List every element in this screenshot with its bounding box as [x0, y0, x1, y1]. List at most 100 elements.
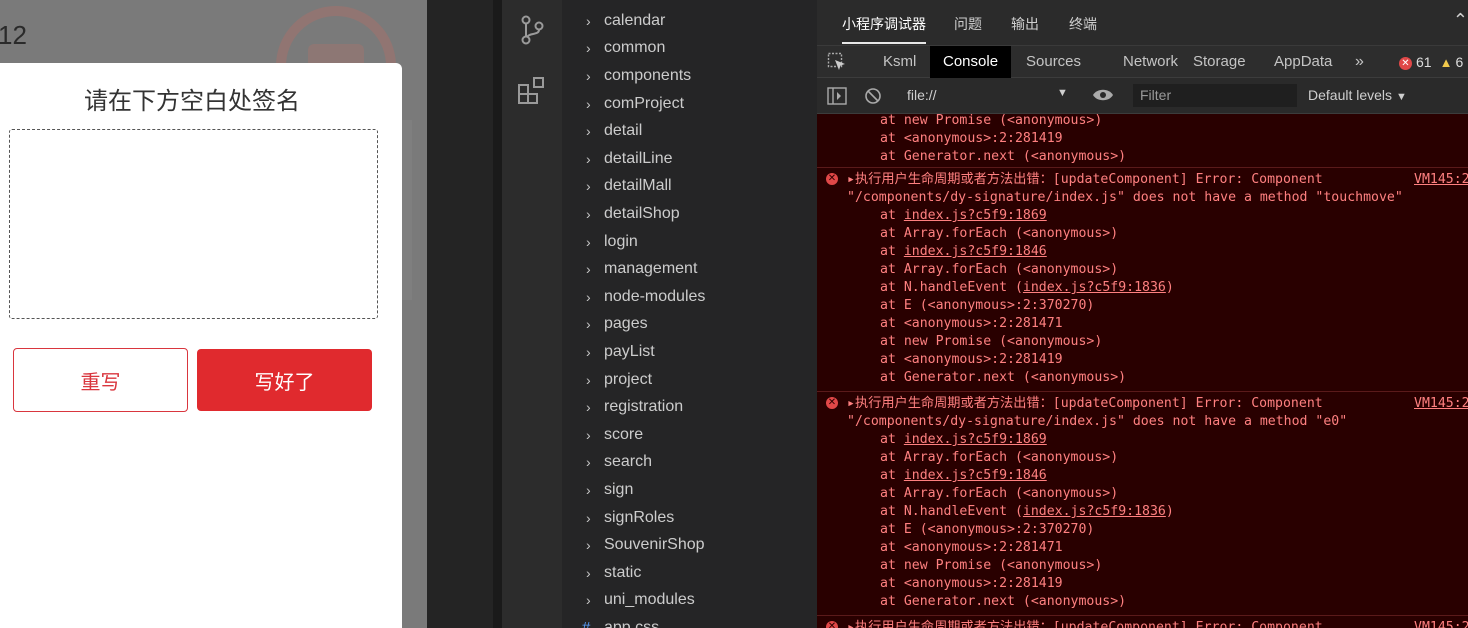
- source-link[interactable]: index.js?c5f9:1869: [904, 432, 1047, 447]
- more-tabs-icon[interactable]: »: [1355, 46, 1364, 78]
- chevron-right-icon: ›: [586, 426, 591, 443]
- stack-line: at E (<anonymous>:2:370270): [880, 298, 1095, 313]
- inspect-element-icon[interactable]: [827, 52, 847, 72]
- folder-item[interactable]: › registration: [562, 393, 817, 421]
- signature-pad[interactable]: [9, 129, 378, 319]
- folder-label: detailLine: [604, 149, 673, 167]
- folder-item[interactable]: › pages: [562, 311, 817, 339]
- folder-label: detail: [604, 122, 643, 140]
- stack-line: at <anonymous>:2:281471: [880, 540, 1063, 555]
- eye-icon[interactable]: [1092, 88, 1114, 107]
- error-message[interactable]: ▸执行用户生命周期或者方法出错：[updateComponent] Error:…: [847, 395, 1323, 413]
- error-message-detail: "/components/dy-signature/index.js" does…: [847, 414, 1348, 429]
- folder-item[interactable]: › comProject: [562, 90, 817, 118]
- stack-line: at E (<anonymous>:2:370270): [880, 522, 1095, 537]
- tab-appdata[interactable]: AppData: [1261, 46, 1345, 78]
- warning-count: 6: [1455, 54, 1464, 70]
- folder-item[interactable]: › SouvenirShop: [562, 531, 817, 559]
- tab-output[interactable]: 输出: [1011, 14, 1039, 34]
- source-link[interactable]: index.js?c5f9:1846: [904, 244, 1047, 259]
- message-source-link[interactable]: VM145:2: [1414, 395, 1468, 413]
- folder-item[interactable]: › login: [562, 228, 817, 256]
- css-file-icon: #: [582, 619, 591, 628]
- stack-line: at index.js?c5f9:1846: [880, 468, 1047, 483]
- tab-sources[interactable]: Sources: [1013, 46, 1094, 78]
- folder-item[interactable]: › detail: [562, 117, 817, 145]
- error-message[interactable]: ▸执行用户生命周期或者方法出错：[updateComponent] Error:…: [847, 619, 1323, 628]
- chevron-right-icon: ›: [586, 95, 591, 112]
- extensions-icon[interactable]: [516, 74, 548, 106]
- chevron-down-icon[interactable]: ▼: [1057, 87, 1068, 99]
- editor-gutter: [427, 0, 493, 628]
- folder-item[interactable]: › node-modules: [562, 283, 817, 311]
- tab-problems[interactable]: 问题: [954, 14, 982, 34]
- chevron-right-icon: ›: [586, 288, 591, 305]
- folder-item[interactable]: › score: [562, 421, 817, 449]
- folder-item[interactable]: › detailShop: [562, 200, 817, 228]
- tab-debugger[interactable]: 小程序调试器: [842, 14, 926, 44]
- sidebar-toggle-icon[interactable]: [827, 87, 847, 110]
- folder-item[interactable]: › detailLine: [562, 145, 817, 173]
- folder-label: registration: [604, 398, 684, 416]
- activity-bar: [502, 0, 562, 628]
- stack-line: at <anonymous>:2:281419: [880, 352, 1063, 367]
- message-source-link[interactable]: VM145:2: [1414, 619, 1468, 628]
- folder-label: detailShop: [604, 204, 680, 222]
- chevron-right-icon: ›: [586, 371, 591, 388]
- file-item[interactable]: # app.css: [562, 614, 817, 628]
- folder-label: uni_modules: [604, 591, 695, 609]
- log-levels-label: Default levels: [1308, 87, 1393, 103]
- filter-input[interactable]: Filter: [1133, 84, 1297, 107]
- tab-storage[interactable]: Storage: [1180, 46, 1259, 78]
- error-icon: ✕: [826, 397, 838, 409]
- folder-label: calendar: [604, 11, 666, 29]
- folder-label: management: [604, 260, 698, 278]
- chevron-up-icon[interactable]: ⌃: [1453, 10, 1468, 31]
- source-link[interactable]: index.js?c5f9:1836: [1023, 504, 1166, 519]
- stack-line: at <anonymous>:2:281419: [880, 131, 1063, 146]
- signature-modal: 请在下方空白处签名 重写 写好了: [0, 63, 402, 628]
- chevron-right-icon: ›: [586, 399, 591, 416]
- folder-item[interactable]: › sign: [562, 476, 817, 504]
- source-control-icon[interactable]: [516, 14, 548, 46]
- folder-item[interactable]: › project: [562, 366, 817, 394]
- folder-item[interactable]: › calendar: [562, 7, 817, 35]
- folder-item[interactable]: › static: [562, 559, 817, 587]
- folder-label: login: [604, 232, 638, 250]
- chevron-right-icon: ›: [586, 123, 591, 140]
- folder-item[interactable]: › search: [562, 449, 817, 477]
- message-source-link[interactable]: VM145:2: [1414, 171, 1468, 189]
- folder-label: sign: [604, 480, 634, 498]
- source-link[interactable]: index.js?c5f9:1836: [1023, 280, 1166, 295]
- folder-item[interactable]: › uni_modules: [562, 587, 817, 615]
- context-selector[interactable]: file://: [907, 87, 937, 103]
- stack-line: at Generator.next (<anonymous>): [880, 370, 1127, 385]
- rewrite-button[interactable]: 重写: [13, 348, 188, 412]
- tab-ksml[interactable]: Ksml: [870, 46, 929, 78]
- tab-console[interactable]: Console: [930, 46, 1012, 78]
- stack-line: at <anonymous>:2:281419: [880, 576, 1063, 591]
- chevron-right-icon: ›: [586, 537, 591, 554]
- panel-divider[interactable]: [493, 0, 502, 628]
- clear-console-icon[interactable]: [864, 87, 882, 110]
- tab-network[interactable]: Network: [1110, 46, 1191, 78]
- console-output[interactable]: at new Promise (<anonymous>) at <anonymou…: [817, 113, 1468, 628]
- folder-item[interactable]: › detailMall: [562, 173, 817, 201]
- folder-item[interactable]: › management: [562, 255, 817, 283]
- folder-item[interactable]: › components: [562, 62, 817, 90]
- chevron-down-icon: ▼: [1395, 91, 1407, 103]
- done-button[interactable]: 写好了: [197, 349, 372, 411]
- folder-label: detailMall: [604, 177, 672, 195]
- tab-terminal[interactable]: 终端: [1069, 14, 1097, 34]
- log-levels-dropdown[interactable]: Default levels ▼: [1308, 87, 1407, 103]
- stack-line: at index.js?c5f9:1846: [880, 244, 1047, 259]
- chevron-right-icon: ›: [586, 261, 591, 278]
- source-link[interactable]: index.js?c5f9:1846: [904, 468, 1047, 483]
- source-link[interactable]: index.js?c5f9:1869: [904, 208, 1047, 223]
- folder-item[interactable]: › common: [562, 35, 817, 63]
- issue-counter[interactable]: ✕ 61 ▲ 6: [1399, 46, 1463, 78]
- folder-item[interactable]: › signRoles: [562, 504, 817, 532]
- folder-item[interactable]: › payList: [562, 338, 817, 366]
- devtools-panel: 小程序调试器 问题 输出 终端 ⌃ Ksml Console Sources N…: [817, 0, 1468, 628]
- error-message[interactable]: ▸执行用户生命周期或者方法出错：[updateComponent] Error:…: [847, 171, 1323, 189]
